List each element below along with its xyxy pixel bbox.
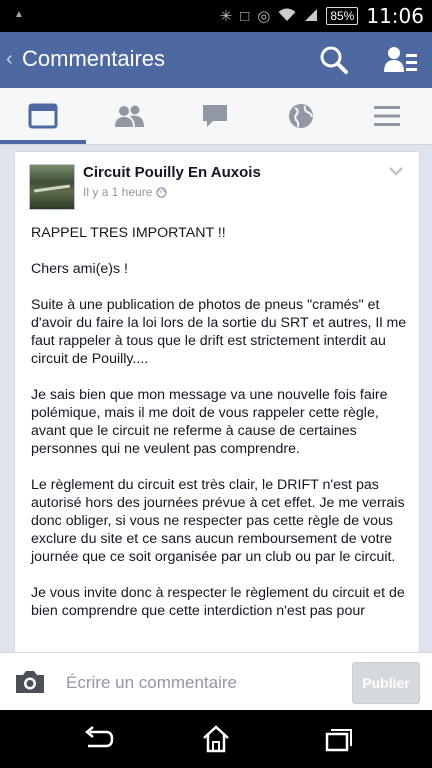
back-arrow-icon (85, 726, 114, 748)
post-paragraph: RAPPEL TRES IMPORTANT !! (31, 225, 226, 241)
home-icon (203, 725, 229, 753)
tab-bar (0, 88, 432, 145)
post-body: RAPPEL TRES IMPORTANT !! Chers ami(e)s !… (31, 224, 407, 638)
home-button[interactable] (196, 724, 236, 754)
app-header: ‹ Commentaires (0, 32, 432, 88)
tab-notifications[interactable] (258, 88, 344, 144)
news-feed-icon (28, 103, 58, 129)
people-icon (115, 105, 144, 127)
globe-icon (156, 186, 168, 198)
signal-icon (304, 8, 318, 25)
comment-input[interactable] (64, 670, 338, 696)
post-paragraph: Je sais bien que mon message va une nouv… (31, 387, 388, 457)
system-nav-bar (0, 710, 432, 768)
alarm-icon: ◎ (257, 7, 271, 25)
bluetooth-icon: ✳ (219, 7, 233, 25)
recent-apps-icon (325, 729, 352, 752)
page-title[interactable]: Commentaires (22, 46, 165, 72)
tab-friend-requests[interactable] (86, 88, 172, 144)
post-author[interactable]: Circuit Pouilly En Auxois (83, 164, 261, 181)
chevron-down-icon[interactable] (389, 166, 403, 176)
post-paragraph: Chers ami(e)s ! (31, 261, 128, 277)
battery-indicator: 85% (326, 7, 359, 25)
status-bar: ▲ ✳ □ ◎ 85% 11:06 (0, 0, 432, 32)
post-paragraph: Suite à une publication de photos de pne… (31, 297, 407, 367)
friend-list-button[interactable] (380, 42, 420, 78)
wifi-icon (278, 8, 296, 25)
publish-button[interactable]: Publier (352, 662, 420, 704)
search-button[interactable] (316, 42, 352, 78)
tab-messages[interactable] (172, 88, 258, 144)
clock: 11:06 (366, 4, 424, 28)
notification-icon: ▲ (14, 9, 24, 20)
post-card: Circuit Pouilly En Auxois Il y a 1 heure… (14, 151, 420, 652)
tab-more[interactable] (344, 88, 430, 144)
chevron-left-icon[interactable]: ‹ (6, 48, 13, 71)
comment-composer: Publier (0, 652, 432, 711)
friend-list-icon (384, 47, 417, 72)
tab-news-feed[interactable] (0, 88, 86, 144)
back-button[interactable] (78, 724, 118, 754)
comments-feed[interactable]: Circuit Pouilly En Auxois Il y a 1 heure… (0, 145, 432, 652)
camera-icon (16, 671, 44, 693)
menu-icon (374, 106, 400, 126)
post-timestamp[interactable]: Il y a 1 heure (83, 185, 168, 199)
globe-icon (289, 104, 313, 128)
camera-button[interactable] (14, 669, 46, 695)
avatar[interactable] (29, 164, 75, 210)
post-paragraph: Je vous invite donc à respecter le règle… (31, 585, 405, 619)
chat-bubble-icon (203, 105, 227, 127)
status-icons: ✳ □ ◎ 85% 11:06 (220, 0, 424, 32)
search-icon (320, 46, 348, 74)
vibrate-icon: □ (240, 7, 250, 25)
post-time-text: Il y a 1 heure (83, 185, 153, 199)
post-paragraph: Le règlement du circuit est très clair, … (31, 477, 405, 565)
recent-apps-button[interactable] (316, 724, 356, 754)
